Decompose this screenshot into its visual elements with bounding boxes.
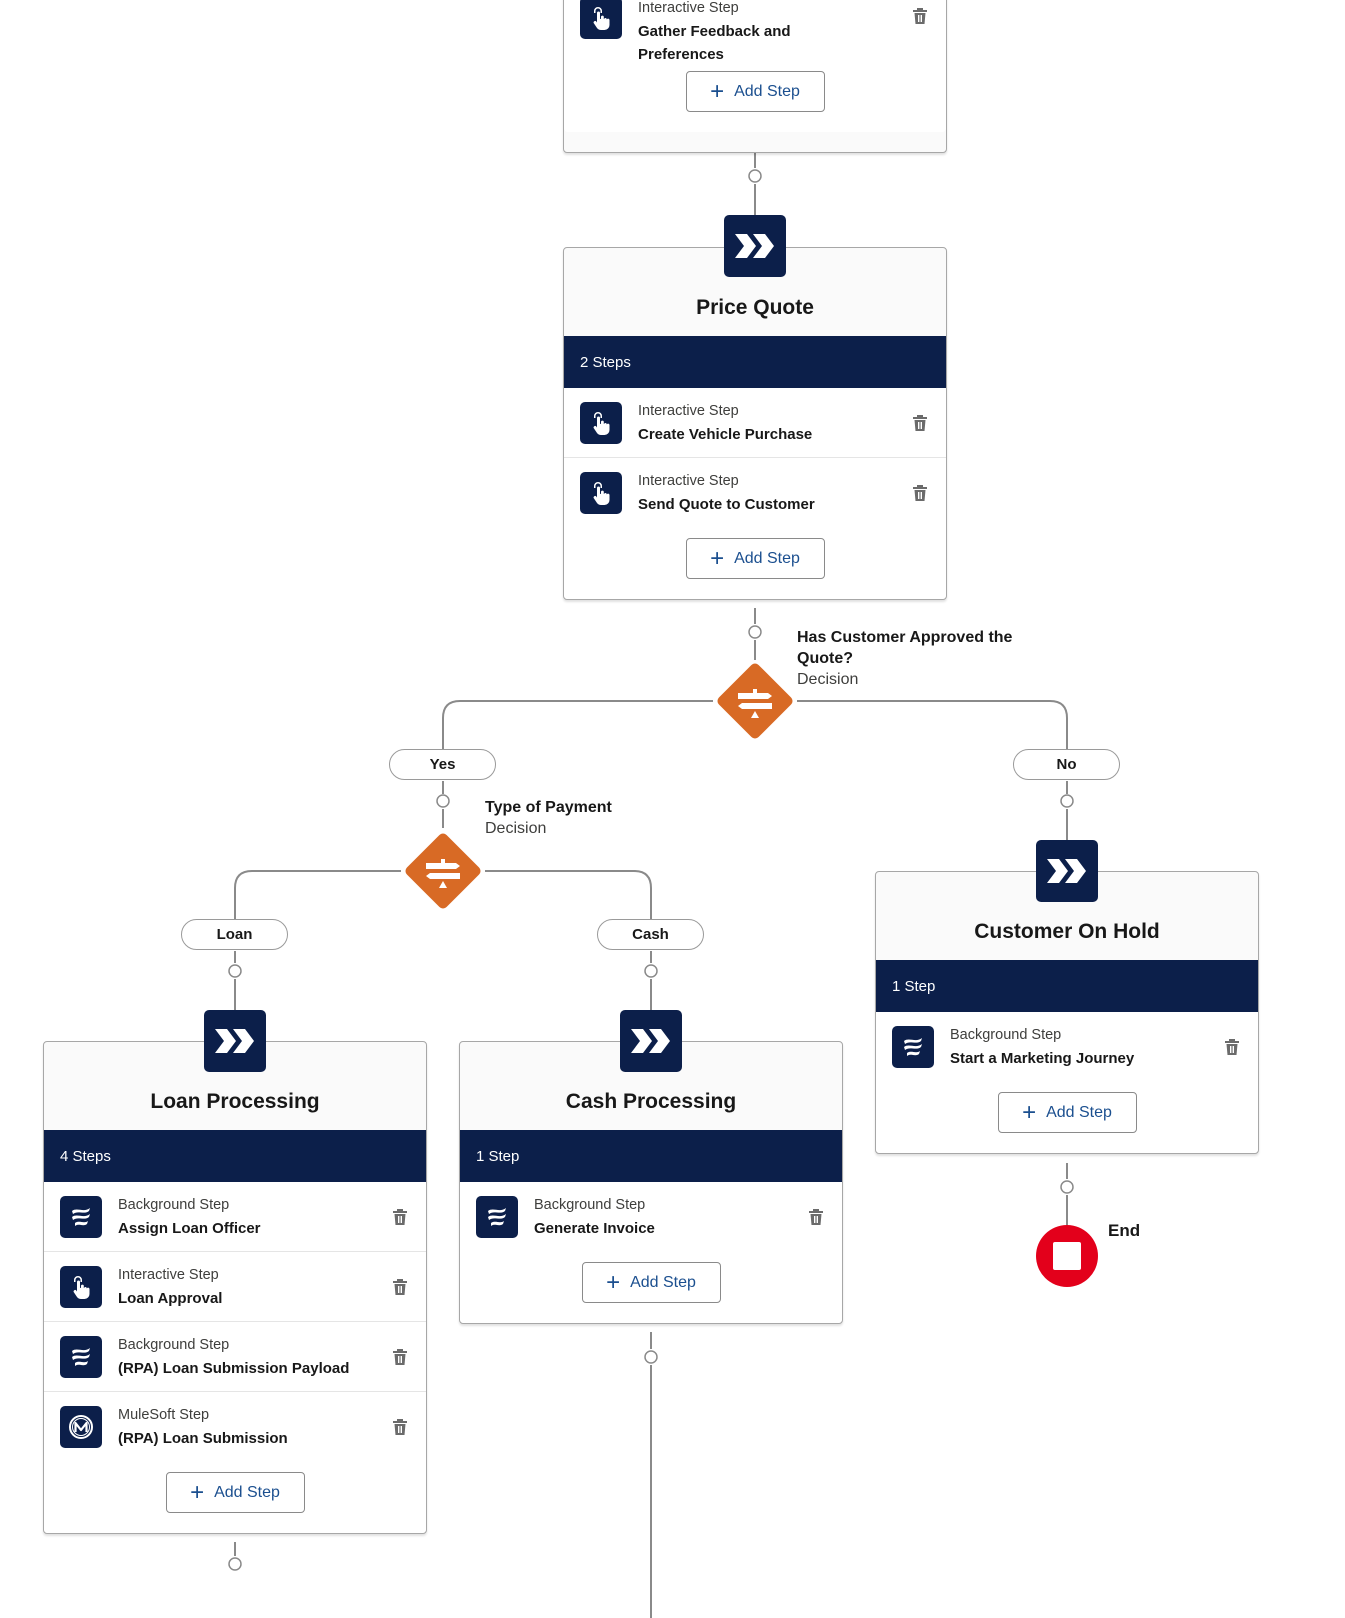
plus-icon: + [606,1268,621,1296]
decision-label: Has Customer Approved the Quote? Decisio… [797,627,1057,690]
background-flow-icon [60,1335,102,1378]
stage-loan-processing: Loan Processing 4 Steps Background Step … [43,1041,427,1534]
step-count: 1 Step [876,960,1258,1012]
step-count: 4 Steps [44,1130,426,1182]
stage-cash-processing: Cash Processing 1 Step Background Step G… [459,1041,843,1324]
step-name: Start a Marketing Journey [950,1050,1135,1067]
touch-icon [580,0,622,39]
step-item[interactable]: Background Step Start a Marketing Journe… [876,1012,1258,1082]
trash-icon[interactable] [912,414,928,432]
stage-chevron-icon [1036,840,1098,902]
trash-icon[interactable] [392,1418,408,1436]
step-type: Interactive Step [638,0,739,16]
add-step-button[interactable]: + Add Step [165,1472,305,1513]
step-type: Background Step [118,1336,230,1353]
stage-gather-feedback: Interactive Step Gather Feedback and Pre… [563,0,947,153]
trash-icon[interactable] [392,1348,408,1366]
trash-icon[interactable] [912,7,928,25]
background-flow-icon [60,1195,102,1238]
add-step-button[interactable]: + Add Step [685,71,825,112]
step-type: Background Step [950,1027,1062,1043]
step-type: Interactive Step [118,1266,219,1283]
decision-subtitle: Decision [797,671,859,688]
connector-node [644,1350,658,1364]
trash-icon[interactable] [1224,1038,1240,1056]
add-step-button[interactable]: + Add Step [581,1262,721,1303]
step-item[interactable]: MuleSoft Step (RPA) Loan Submission [44,1392,426,1462]
step-item[interactable]: Interactive Step Create Vehicle Purchase [564,388,946,458]
stage-chevron-icon [724,215,786,277]
step-item[interactable]: Interactive Step Loan Approval [44,1252,426,1322]
plus-icon: + [710,77,725,105]
step-type: Interactive Step [638,402,739,419]
trash-icon[interactable] [912,484,928,502]
plus-icon: + [1022,1098,1037,1126]
step-item[interactable]: Background Step Assign Loan Officer [44,1182,426,1252]
branch-cash[interactable]: Cash [597,919,704,950]
connector-node [748,169,762,183]
stage-chevron-icon [204,1010,266,1072]
decision-subtitle: Decision [485,820,547,837]
branch-yes[interactable]: Yes [389,749,496,780]
step-item[interactable]: Background Step Generate Invoice [460,1182,842,1252]
connector-node [228,1557,242,1571]
background-flow-icon [892,1026,934,1068]
branch-no[interactable]: No [1013,749,1120,780]
step-item[interactable]: Interactive Step Send Quote to Customer [564,458,946,528]
connector-node [1060,794,1074,808]
end-icon[interactable] [1036,1225,1098,1287]
touch-icon [580,472,622,514]
add-step-button[interactable]: + Add Step [997,1092,1137,1133]
trash-icon[interactable] [392,1208,408,1226]
decision-label: Type of Payment Decision [485,797,705,839]
branch-loan[interactable]: Loan [181,919,288,950]
touch-icon [60,1265,102,1308]
connector-node [1060,1180,1074,1194]
stage-price-quote: Price Quote 2 Steps Interactive Step Cre… [563,247,947,600]
step-type: Background Step [534,1197,646,1213]
step-count: 1 Step [460,1130,842,1182]
step-name: Assign Loan Officer [118,1219,261,1237]
step-name: Create Vehicle Purchase [638,425,813,443]
stage-chevron-icon [620,1010,682,1072]
touch-icon [580,401,622,444]
trash-icon[interactable] [392,1278,408,1296]
connector-node [748,625,762,639]
decision-title: Has Customer Approved the Quote? [797,629,1013,667]
decision-icon[interactable] [400,828,486,914]
plus-icon: + [190,1478,205,1506]
trash-icon[interactable] [808,1208,824,1226]
step-item[interactable]: Background Step (RPA) Loan Submission Pa… [44,1322,426,1392]
end-label: End [1108,1221,1141,1240]
step-name: Generate Invoice [534,1220,655,1237]
background-flow-icon [476,1196,518,1238]
step-name: (RPA) Loan Submission [118,1430,288,1447]
step-name: (RPA) Loan Submission Payload [118,1359,350,1377]
connector-node [228,964,242,978]
step-type: Background Step [118,1196,230,1213]
step-count: 2 Steps [564,336,946,388]
step-name: Gather Feedback and Preferences [638,23,791,63]
step-name: Loan Approval [118,1289,223,1307]
step-name: Send Quote to Customer [638,496,815,513]
step-item[interactable]: Interactive Step Gather Feedback and Pre… [564,0,946,71]
decision-title: Type of Payment [485,799,612,816]
connector-node [436,794,450,808]
step-type: MuleSoft Step [118,1407,210,1423]
mulesoft-icon [60,1406,102,1448]
add-step-button[interactable]: + Add Step [685,538,825,579]
stage-customer-on-hold: Customer On Hold 1 Step Background Step … [875,871,1259,1154]
step-type: Interactive Step [638,473,739,489]
decision-icon[interactable] [712,658,798,744]
connector-node [644,964,658,978]
plus-icon: + [710,544,725,572]
